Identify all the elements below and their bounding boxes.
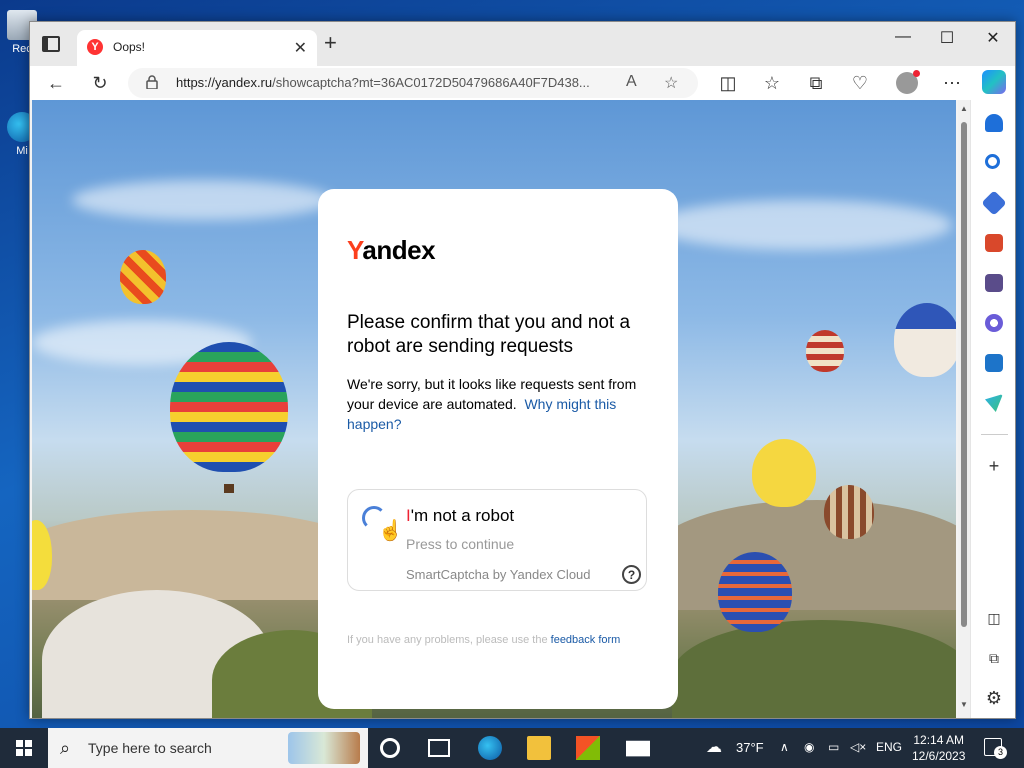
balloon-basket xyxy=(224,484,234,493)
edge-sidebar: + ◫ ⧉ ⚙ xyxy=(970,100,1015,718)
search-highlight-image xyxy=(288,732,360,764)
hot-air-balloon xyxy=(806,330,844,372)
notification-count-badge: 3 xyxy=(994,746,1007,759)
captcha-description: We're sorry, but it looks like requests … xyxy=(347,376,637,432)
notifications-icon[interactable] xyxy=(985,114,1003,132)
page-content: Yandex Please confirm that you and not a… xyxy=(32,100,956,718)
collections-icon[interactable]: ⧉ xyxy=(804,71,828,95)
hot-air-balloon xyxy=(718,552,792,632)
store-icon[interactable] xyxy=(576,736,600,760)
taskbar-search[interactable]: ⌕ Type here to search xyxy=(48,728,368,768)
yandex-logo: Yandex xyxy=(347,235,436,265)
feedback-link[interactable]: feedback form xyxy=(551,634,621,646)
minimize-icon[interactable]: — xyxy=(888,28,918,46)
scroll-up-icon[interactable]: ▲ xyxy=(960,104,968,113)
robot-subtitle: Press to continue xyxy=(406,536,515,552)
split-screen-icon[interactable]: ◫ xyxy=(716,71,740,95)
favorite-star-icon[interactable]: ☆ xyxy=(664,73,678,93)
lock-icon xyxy=(146,75,158,89)
tools-icon[interactable] xyxy=(985,234,1003,252)
m365-icon[interactable] xyxy=(985,314,1003,332)
meet-now-icon[interactable]: ◉ xyxy=(804,740,814,754)
external-open-icon[interactable]: ⧉ xyxy=(982,646,1006,670)
yandex-favicon-icon: Y xyxy=(87,39,103,55)
scroll-down-icon[interactable]: ▼ xyxy=(960,700,968,709)
robot-title: I'm not a robot xyxy=(406,506,515,525)
refresh-icon[interactable]: ↻ xyxy=(88,71,112,95)
hot-air-balloon xyxy=(752,439,816,507)
task-view-icon[interactable] xyxy=(428,739,450,757)
maximize-icon[interactable]: ☐ xyxy=(932,28,962,48)
browser-tab[interactable]: Y Oops! ✕ xyxy=(77,30,317,66)
address-bar[interactable]: https://yandex.ru/showcaptcha?mt=36AC017… xyxy=(128,68,698,98)
shopping-tag-icon[interactable] xyxy=(981,190,1007,216)
copilot-icon[interactable] xyxy=(982,70,1006,94)
browser-window: Y Oops! ✕ + — ☐ ✕ ← ↻ https://yandex.ru/… xyxy=(29,21,1016,719)
clock-date: 12/6/2023 xyxy=(912,749,966,763)
captcha-card: Yandex Please confirm that you and not a… xyxy=(318,189,678,709)
sidebar-divider xyxy=(981,434,1008,435)
tab-actions-icon[interactable] xyxy=(42,36,60,52)
games-icon[interactable] xyxy=(985,274,1003,292)
settings-gear-icon[interactable]: ⚙ xyxy=(982,686,1006,710)
help-icon[interactable]: ? xyxy=(622,565,641,584)
hot-air-balloon xyxy=(894,303,956,377)
hand-cursor-icon: ☝ xyxy=(378,520,403,542)
taskbar: ⌕ Type here to search ☁ 37°F ∧ ◉ ▭ ◁× EN… xyxy=(0,728,1024,768)
tab-bar: Y Oops! ✕ + — ☐ ✕ xyxy=(30,22,1015,66)
tab-title: Oops! xyxy=(113,40,146,54)
input-language[interactable]: ENG xyxy=(876,740,902,754)
browser-essentials-icon[interactable]: ♡ xyxy=(848,71,872,95)
tab-close-icon[interactable]: ✕ xyxy=(294,38,307,58)
read-aloud-icon[interactable]: A xyxy=(626,73,637,91)
url-text: https://yandex.ru/showcaptcha?mt=36AC017… xyxy=(176,75,590,90)
green-hill xyxy=(672,620,956,718)
volume-muted-icon[interactable]: ◁× xyxy=(850,740,866,754)
smartcaptcha-brand: SmartCaptcha by Yandex Cloud xyxy=(406,567,591,582)
search-placeholder: Type here to search xyxy=(88,740,212,756)
more-menu-icon[interactable]: ⋯ xyxy=(940,71,964,95)
desktop-icon-label: Mi xyxy=(16,145,28,157)
scrollbar[interactable]: ▲ ▼ xyxy=(958,100,970,718)
file-explorer-icon[interactable] xyxy=(527,736,551,760)
clock-time: 12:14 AM xyxy=(913,733,965,747)
edge-taskbar-icon[interactable] xyxy=(478,736,502,760)
outlook-icon[interactable] xyxy=(985,354,1003,372)
hot-air-balloon xyxy=(170,342,288,472)
windows-start-icon[interactable] xyxy=(16,740,32,756)
browser-toolbar: ← ↻ https://yandex.ru/showcaptcha?mt=36A… xyxy=(30,66,1015,100)
back-icon[interactable]: ← xyxy=(44,71,68,95)
favorites-icon[interactable]: ☆ xyxy=(760,71,784,95)
feedback-note: If you have any problems, please use the… xyxy=(347,634,621,646)
cloud xyxy=(652,200,952,250)
new-tab-icon[interactable]: + xyxy=(324,30,337,56)
network-icon[interactable]: ▭ xyxy=(828,740,839,754)
not-a-robot-checkbox[interactable]: ☝ I'm not a robot Press to continue Smar… xyxy=(347,489,647,591)
captcha-headline: Please confirm that you and not a robot … xyxy=(347,312,631,357)
hot-air-balloon xyxy=(824,485,874,539)
hot-air-balloon xyxy=(120,250,166,304)
cloud xyxy=(72,180,332,220)
weather-icon[interactable]: ☁ xyxy=(706,737,722,757)
search-icon: ⌕ xyxy=(60,738,71,758)
mail-icon[interactable] xyxy=(626,740,650,757)
weather-temp[interactable]: 37°F xyxy=(736,740,764,755)
profile-avatar[interactable] xyxy=(896,70,920,94)
close-window-icon[interactable]: ✕ xyxy=(978,28,1008,48)
cortana-icon[interactable] xyxy=(380,738,400,758)
system-clock[interactable]: 12:14 AM 12/6/2023 xyxy=(912,732,965,764)
search-icon[interactable] xyxy=(985,154,1000,169)
rock-formation xyxy=(652,500,956,610)
add-sidebar-app-icon[interactable]: + xyxy=(982,454,1006,478)
scroll-thumb[interactable] xyxy=(961,122,967,627)
tray-chevron-icon[interactable]: ∧ xyxy=(780,740,789,754)
send-icon[interactable] xyxy=(985,394,1003,412)
hide-sidebar-icon[interactable]: ◫ xyxy=(982,606,1006,630)
